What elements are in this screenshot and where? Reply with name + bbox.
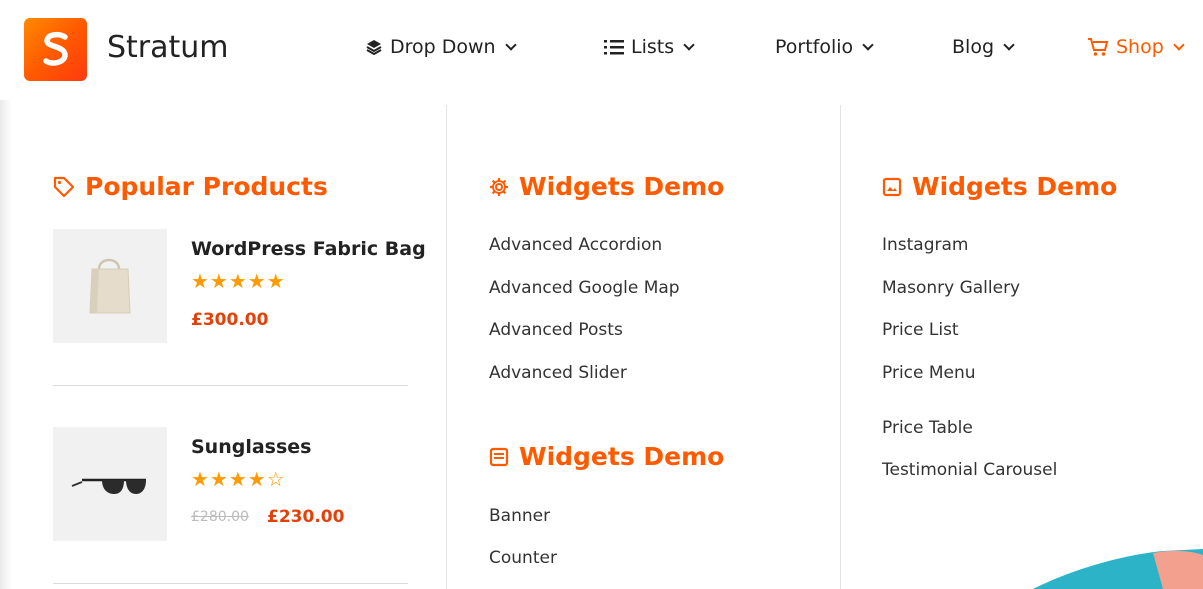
product-name[interactable]: WordPress Fabric Bag [191,238,426,260]
product-image-sunglasses[interactable] [53,427,167,541]
chevron-down-icon [1003,38,1015,51]
section-title-text: Widgets Demo [519,172,725,201]
nav-item-shop[interactable]: Shop [1087,36,1185,58]
panel-shadow [0,100,12,589]
rating-stars: ★★★★★ [191,271,286,293]
widgets-demo-title: Widgets Demo [489,442,724,471]
product-price: £230.00 [267,507,345,527]
document-icon [489,447,509,466]
section-title-text: Widgets Demo [519,442,725,471]
chevron-down-icon [683,38,695,51]
menu-link[interactable]: Banner [489,506,550,526]
chevron-down-icon [862,38,874,51]
menu-link[interactable]: Advanced Accordion [489,235,662,255]
nav-label: Shop [1116,36,1164,58]
menu-link[interactable]: Price Menu [882,363,976,383]
menu-link[interactable]: Instagram [882,235,969,255]
product-name[interactable]: Sunglasses [191,436,312,458]
nav-item-portfolio[interactable]: Portfolio [775,36,874,58]
section-title-text: Widgets Demo [912,172,1118,201]
cart-icon [1088,38,1109,56]
chevron-down-icon [1173,38,1185,51]
logo-s-icon [42,31,68,66]
menu-link[interactable]: Advanced Posts [489,320,623,340]
menu-link[interactable]: Price List [882,320,959,340]
nav-item-lists[interactable]: Lists [604,36,695,58]
nav-label: Portfolio [775,36,854,58]
widgets-demo-title: Widgets Demo [882,172,1117,201]
column-divider [840,105,841,589]
image-icon [882,177,902,196]
tag-icon [53,176,75,197]
site-header: Stratum Drop Down Lists Portfolio Blog S… [0,0,1203,100]
menu-link[interactable]: Price Table [882,418,973,438]
gear-icon [490,177,508,196]
chevron-down-icon [504,38,517,51]
product-image-fabric-bag[interactable] [53,229,167,343]
product-divider [53,583,408,584]
product-old-price: £280.00 [191,509,249,525]
list-icon [604,40,624,55]
sunglasses-image [71,478,146,494]
menu-link[interactable]: Counter [489,548,557,568]
widgets-demo-title: Widgets Demo [489,172,724,201]
nav-item-drop-down[interactable]: Drop Down [365,36,517,58]
nav-label: Drop Down [390,36,496,58]
nav-label: Blog [952,36,994,58]
fabric-bag-image [89,258,131,314]
nav-label: Lists [631,36,675,58]
layers-icon [366,40,382,56]
product-price: £300.00 [191,310,269,330]
menu-link[interactable]: Testimonial Carousel [882,460,1057,480]
menu-link[interactable]: Masonry Gallery [882,278,1020,298]
popular-products-title: Popular Products [53,172,328,201]
column-divider [446,105,447,589]
rating-stars: ★★★★☆ [191,469,286,491]
menu-link[interactable]: Advanced Google Map [489,278,680,298]
brand-logo[interactable] [24,18,87,81]
product-divider [53,385,408,386]
menu-link[interactable]: Advanced Slider [489,363,627,383]
brand-name[interactable]: Stratum [107,30,229,65]
decorative-shape [1013,549,1203,589]
nav-item-blog[interactable]: Blog [952,36,1015,58]
section-title-text: Popular Products [85,172,328,201]
